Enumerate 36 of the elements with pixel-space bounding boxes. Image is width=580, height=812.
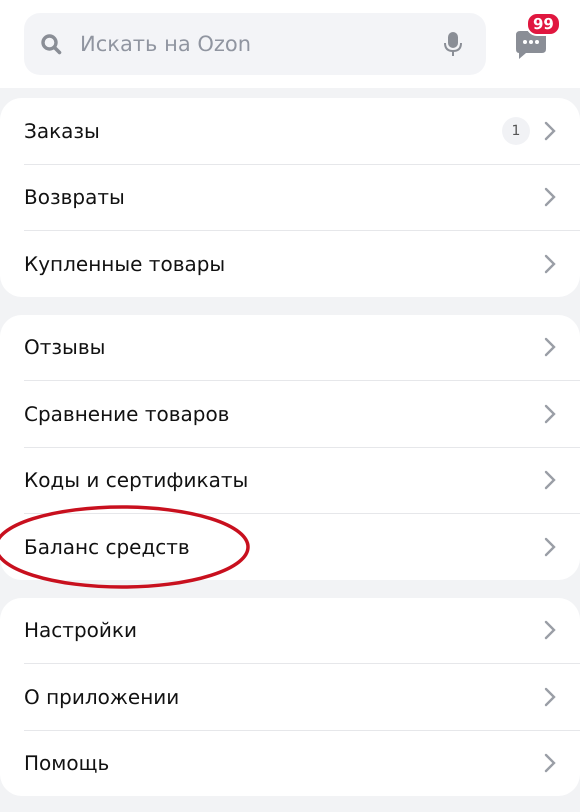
search-input[interactable]: Искать на Ozon <box>78 31 428 57</box>
menu-item-label: Купленные товары <box>24 252 226 276</box>
chevron-icon <box>544 187 556 208</box>
menu-item-label: Настройки <box>24 618 138 642</box>
chevron-icon <box>544 686 556 707</box>
menu-item-label: Возвраты <box>24 185 126 210</box>
menu-item-label: О приложении <box>24 684 180 709</box>
search-field[interactable]: Искать на Ozon <box>24 13 486 75</box>
menu-item[interactable]: Баланс средств <box>24 514 580 580</box>
chevron-icon <box>544 337 556 358</box>
menu-item[interactable]: Возвраты <box>24 164 580 231</box>
menu-item[interactable]: Сравнение товаров <box>24 381 580 448</box>
menu-item[interactable]: О приложении <box>24 664 580 730</box>
count-badge: 1 <box>502 116 530 145</box>
chevron-icon <box>544 620 556 640</box>
menu-item-label: Баланс средств <box>24 534 191 559</box>
menu-item-label: Отзывы <box>24 335 106 360</box>
search-icon <box>40 33 62 55</box>
chevron-icon <box>544 254 556 274</box>
menu-item[interactable]: Коды и сертификаты <box>24 448 580 514</box>
chevron-icon <box>544 536 556 557</box>
chevron-icon <box>544 470 556 490</box>
menu-item-label: Помощь <box>24 751 110 776</box>
microphone-icon[interactable] <box>444 31 462 57</box>
chevron-icon <box>544 120 556 141</box>
menu-item-label: Заказы <box>24 118 101 143</box>
notification-badge: 99 <box>526 12 561 36</box>
menu-item[interactable]: Настройки <box>24 598 580 664</box>
menu-item[interactable]: Отзывы <box>24 314 580 381</box>
menu-item-label: Коды и сертификаты <box>24 468 250 492</box>
chevron-icon <box>544 404 556 424</box>
menu-item[interactable]: Купленные товары <box>24 231 580 296</box>
chevron-icon <box>544 753 556 774</box>
menu-item-label: Сравнение товаров <box>24 402 230 426</box>
menu-item[interactable]: Помощь <box>24 730 580 796</box>
menu-item[interactable]: Заказы 1 <box>24 98 580 164</box>
